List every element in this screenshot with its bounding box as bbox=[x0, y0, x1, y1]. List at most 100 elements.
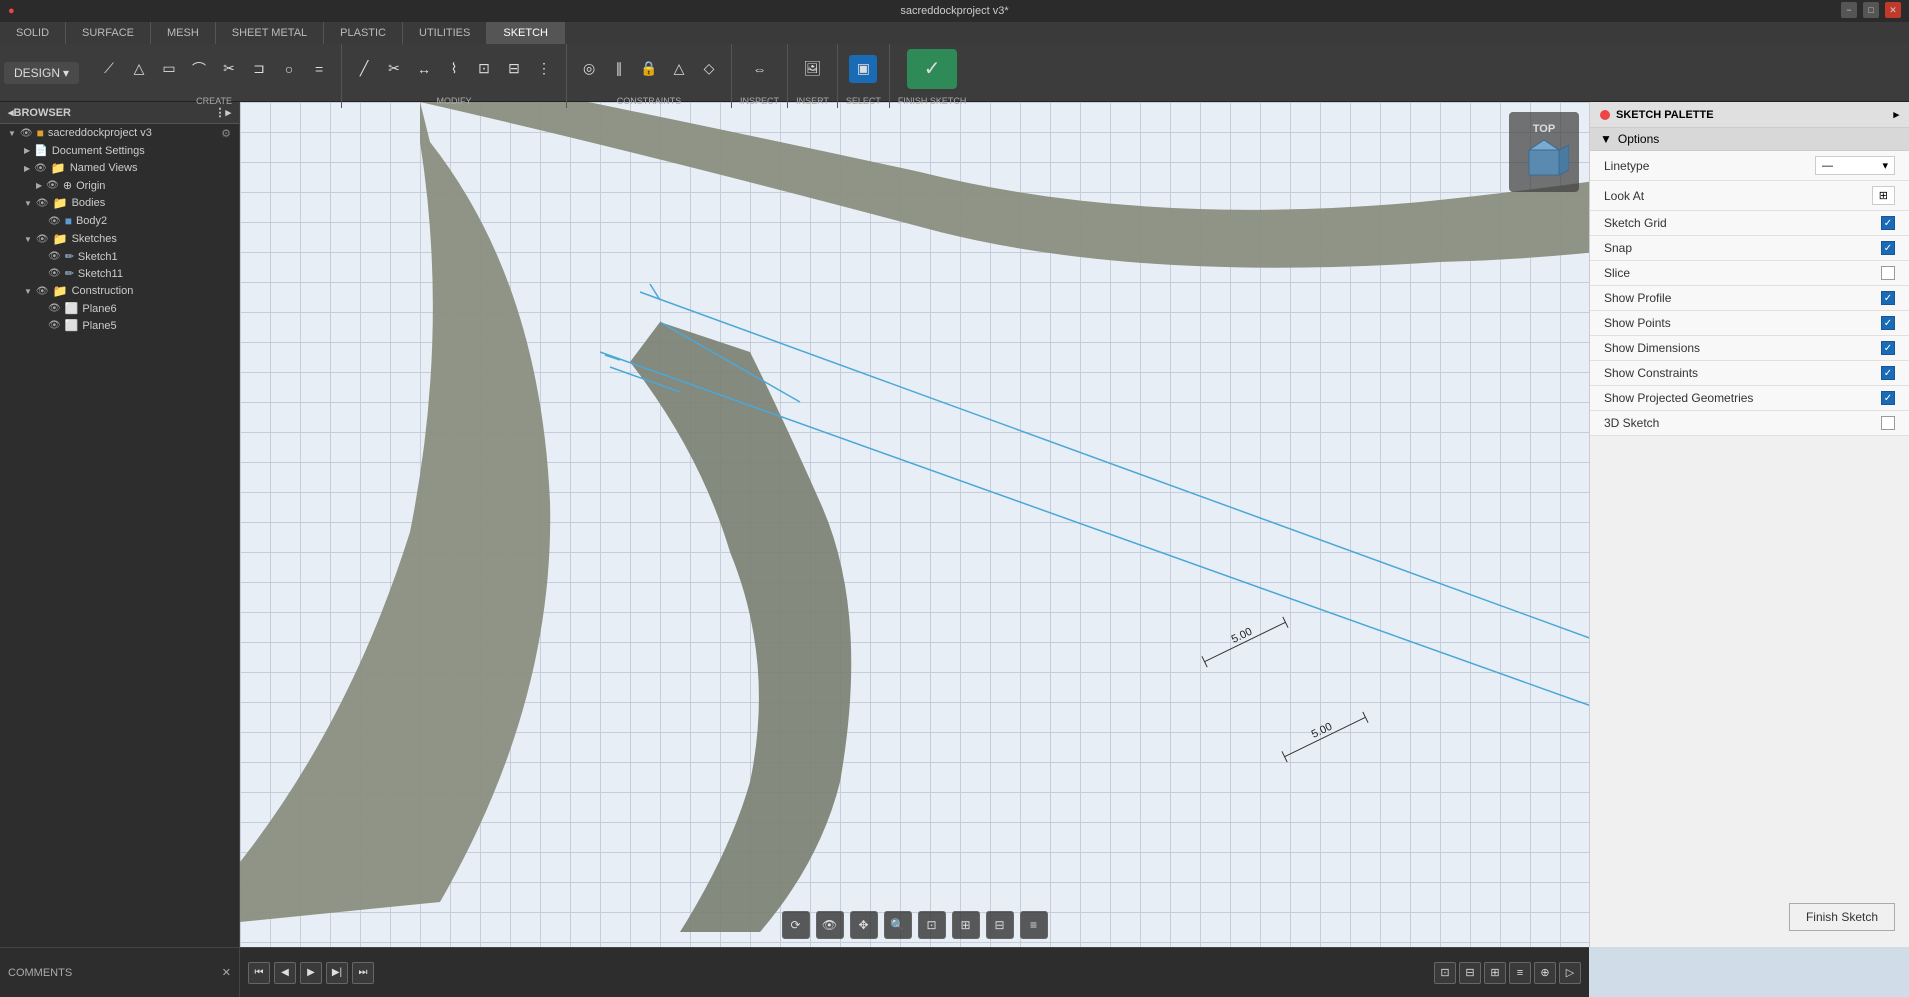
fillet-tool[interactable]: ╱ bbox=[350, 55, 378, 83]
browser-item-sketches[interactable]: ▼ 👁 📁 Sketches bbox=[0, 230, 239, 248]
browser-item-bodies[interactable]: ▼ 👁 📁 Bodies bbox=[0, 194, 239, 212]
tab-sheetmetal[interactable]: SHEET METAL bbox=[216, 22, 324, 44]
create-label: CREATE bbox=[196, 94, 232, 106]
prev-button[interactable]: ◀ bbox=[274, 962, 296, 984]
browser-item-named-views[interactable]: ▶ 👁 📁 Named Views bbox=[0, 159, 239, 177]
canvas-area[interactable]: 5.00 5.00 TOP ⟳ 👁 ✥ 🔍 ⊡ ⊞ ⊟ ≡ bbox=[240, 102, 1589, 947]
browser-item-plane6[interactable]: 👁 ⬜ Plane6 bbox=[0, 300, 239, 317]
sketch-grid-checkbox[interactable]: ✓ bbox=[1881, 216, 1895, 230]
collinear-tool[interactable]: ∥ bbox=[605, 55, 633, 83]
circle-tool[interactable]: ○ bbox=[275, 55, 303, 83]
visibility-icon[interactable]: 👁 bbox=[48, 303, 61, 314]
timeline-tool-5[interactable]: ⊕ bbox=[1534, 962, 1556, 984]
tangent-tool[interactable]: △ bbox=[665, 55, 693, 83]
visibility-icon[interactable]: 👁 bbox=[48, 251, 61, 262]
grid-display-button[interactable]: ⊟ bbox=[986, 911, 1014, 939]
look-button[interactable]: 👁 bbox=[816, 911, 844, 939]
show-constraints-checkbox[interactable]: ✓ bbox=[1881, 366, 1895, 380]
offset-modify-tool[interactable]: ⊟ bbox=[500, 55, 528, 83]
timeline-tool-1[interactable]: ⊡ bbox=[1434, 962, 1456, 984]
browser-item-construction[interactable]: ▼ 👁 📁 Construction bbox=[0, 282, 239, 300]
browser-item-origin[interactable]: ▶ 👁 ⊕ Origin bbox=[0, 177, 239, 194]
browser-item-document-settings[interactable]: ▶ 📄 Document Settings bbox=[0, 142, 239, 159]
lock-tool[interactable]: 🔒 bbox=[635, 55, 663, 83]
visibility-icon[interactable]: 👁 bbox=[34, 163, 47, 174]
dropdown-arrow: ▾ bbox=[1882, 159, 1888, 172]
linetype-select[interactable]: — ▾ bbox=[1815, 156, 1895, 175]
viewcube[interactable]: TOP bbox=[1509, 112, 1579, 192]
trim-tool[interactable]: ✂ bbox=[380, 55, 408, 83]
pattern-tool[interactable]: ⋮ bbox=[530, 55, 558, 83]
design-dropdown[interactable]: DESIGN ▾ bbox=[4, 62, 79, 84]
visibility-icon[interactable]: 👁 bbox=[48, 320, 61, 331]
cut-tool[interactable]: ✂ bbox=[215, 55, 243, 83]
coincident-tool[interactable]: ◎ bbox=[575, 55, 603, 83]
finish-sketch-checkmark[interactable]: ✓ bbox=[907, 49, 957, 89]
maximize-button[interactable]: □ bbox=[1863, 2, 1879, 18]
browser-options-icon[interactable]: ⋮ bbox=[214, 106, 225, 119]
snap-checkbox[interactable]: ✓ bbox=[1881, 241, 1895, 255]
browser-item-plane5[interactable]: 👁 ⬜ Plane5 bbox=[0, 317, 239, 334]
show-profile-checkbox[interactable]: ✓ bbox=[1881, 291, 1895, 305]
comments-close-icon[interactable]: ✕ bbox=[222, 966, 231, 979]
offset-tool[interactable]: ⊐ bbox=[245, 55, 273, 83]
pan-button[interactable]: ✥ bbox=[850, 911, 878, 939]
minimize-button[interactable]: − bbox=[1841, 2, 1857, 18]
timeline-tool-2[interactable]: ⊟ bbox=[1459, 962, 1481, 984]
settings-button[interactable]: ≡ bbox=[1020, 911, 1048, 939]
visibility-icon[interactable]: 👁 bbox=[48, 268, 61, 279]
show-dimensions-checkbox[interactable]: ✓ bbox=[1881, 341, 1895, 355]
browser-item-sketch11[interactable]: 👁 ✏ Sketch11 bbox=[0, 265, 239, 282]
extend-tool[interactable]: ↔ bbox=[410, 55, 438, 83]
prev-start-button[interactable]: ⏮ bbox=[248, 962, 270, 984]
look-at-button[interactable]: ⊞ bbox=[1872, 186, 1895, 205]
visibility-icon[interactable]: 👁 bbox=[36, 234, 49, 245]
slice-checkbox[interactable] bbox=[1881, 266, 1895, 280]
zoom-button[interactable]: 🔍 bbox=[884, 911, 912, 939]
tab-plastic[interactable]: PLASTIC bbox=[324, 22, 403, 44]
visibility-icon[interactable]: 👁 bbox=[20, 128, 33, 139]
visibility-icon[interactable]: 👁 bbox=[36, 198, 49, 209]
tab-sketch[interactable]: SKETCH bbox=[487, 22, 565, 44]
timeline-tool-6[interactable]: ▷ bbox=[1559, 962, 1581, 984]
measure-tool[interactable]: ⇔ bbox=[746, 55, 774, 83]
next-end-button[interactable]: ⏭ bbox=[352, 962, 374, 984]
insert-image-tool[interactable]: 🖼 bbox=[798, 55, 826, 83]
fit-button[interactable]: ⊡ bbox=[918, 911, 946, 939]
show-projected-checkbox[interactable]: ✓ bbox=[1881, 391, 1895, 405]
tab-surface[interactable]: SURFACE bbox=[66, 22, 151, 44]
folder-icon: 📁 bbox=[51, 161, 66, 175]
arc-tool[interactable]: ⌒ bbox=[185, 55, 213, 83]
browser-project-root[interactable]: ▼ 👁 ■ sacreddockproject v3 ⚙ bbox=[0, 124, 239, 142]
tab-mesh[interactable]: MESH bbox=[151, 22, 216, 44]
display-mode-button[interactable]: ⊞ bbox=[952, 911, 980, 939]
scale-tool[interactable]: ⊡ bbox=[470, 55, 498, 83]
timeline-tool-4[interactable]: ≡ bbox=[1509, 962, 1531, 984]
settings-gear-icon[interactable]: ⚙ bbox=[221, 127, 231, 140]
options-header[interactable]: ▼ Options bbox=[1590, 128, 1909, 151]
finish-sketch-button[interactable]: Finish Sketch bbox=[1789, 903, 1895, 931]
visibility-icon[interactable]: 👁 bbox=[48, 216, 61, 227]
line-tool[interactable]: ⟋ bbox=[95, 55, 123, 83]
tab-solid[interactable]: SOLID bbox=[0, 22, 66, 44]
triangle-tool[interactable]: △ bbox=[125, 55, 153, 83]
play-button[interactable]: ▶ bbox=[300, 962, 322, 984]
tab-utilities[interactable]: UTILITIES bbox=[403, 22, 487, 44]
next-button[interactable]: ▶| bbox=[326, 962, 348, 984]
select-tool[interactable]: ▣ bbox=[849, 55, 877, 83]
3d-sketch-checkbox[interactable] bbox=[1881, 416, 1895, 430]
visibility-icon[interactable]: 👁 bbox=[46, 180, 59, 191]
browser-item-sketch1[interactable]: 👁 ✏ Sketch1 bbox=[0, 248, 239, 265]
browser-item-body2[interactable]: 👁 ■ Body2 bbox=[0, 212, 239, 230]
timeline-tool-3[interactable]: ⊞ bbox=[1484, 962, 1506, 984]
browser-expand-icon[interactable]: ▸ bbox=[225, 106, 231, 119]
close-button[interactable]: ✕ bbox=[1885, 2, 1901, 18]
parallel-tool[interactable]: ◇ bbox=[695, 55, 723, 83]
visibility-icon[interactable]: 👁 bbox=[36, 286, 49, 297]
show-points-checkbox[interactable]: ✓ bbox=[1881, 316, 1895, 330]
palette-collapse-icon[interactable]: ▸ bbox=[1893, 108, 1899, 121]
equals-tool[interactable]: = bbox=[305, 55, 333, 83]
rect-tool[interactable]: ▭ bbox=[155, 55, 183, 83]
break-tool[interactable]: ⌇ bbox=[440, 55, 468, 83]
orbit-button[interactable]: ⟳ bbox=[782, 911, 810, 939]
